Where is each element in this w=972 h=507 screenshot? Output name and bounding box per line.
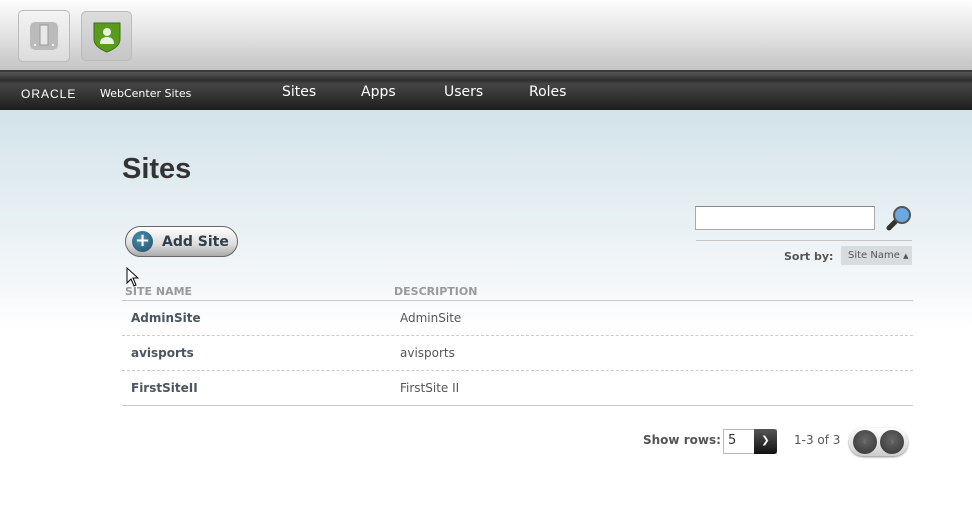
rows-select[interactable]: 5 ❯ bbox=[723, 429, 777, 454]
next-page-icon[interactable]: › bbox=[880, 430, 905, 454]
divider bbox=[122, 300, 913, 301]
row-divider bbox=[122, 335, 913, 336]
page-title: Sites bbox=[122, 153, 192, 185]
sort-dropdown[interactable]: Site Name ▲ bbox=[841, 246, 912, 265]
chevron-down-icon[interactable]: ❯ bbox=[754, 429, 777, 454]
sort-label: Sort by: bbox=[784, 250, 834, 263]
mouse-cursor-icon bbox=[126, 267, 139, 287]
row-divider bbox=[122, 370, 913, 371]
pager: ‹ › bbox=[849, 428, 908, 456]
user-app-button[interactable] bbox=[81, 11, 132, 61]
site-description: FirstSite II bbox=[400, 381, 460, 395]
nav-apps[interactable]: Apps bbox=[361, 84, 396, 100]
shield-user-icon bbox=[93, 22, 120, 53]
site-name-link[interactable]: FirstSiteII bbox=[131, 381, 198, 395]
app-toolbar bbox=[0, 0, 972, 70]
search-input[interactable] bbox=[695, 206, 875, 230]
show-rows-label: Show rows: bbox=[643, 433, 721, 447]
nav-users[interactable]: Users bbox=[444, 84, 483, 100]
add-site-label: Add Site bbox=[162, 233, 229, 250]
product-name: WebCenter Sites bbox=[100, 87, 192, 100]
header-description: DESCRIPTION bbox=[394, 285, 478, 298]
site-name-link[interactable]: avisports bbox=[131, 346, 194, 360]
oracle-logo: ORACLE bbox=[21, 87, 77, 101]
nav-roles[interactable]: Roles bbox=[529, 84, 566, 100]
site-description: avisports bbox=[400, 346, 455, 360]
main-nav: ORACLE WebCenter Sites Sites Apps Users … bbox=[0, 70, 972, 110]
admin-app-button[interactable] bbox=[18, 10, 70, 62]
add-site-button[interactable]: + Add Site bbox=[125, 226, 238, 257]
panel-icon bbox=[30, 22, 58, 50]
rows-value: 5 bbox=[728, 433, 737, 448]
nav-sites[interactable]: Sites bbox=[282, 84, 316, 100]
sort-value: Site Name bbox=[848, 250, 900, 261]
page-range: 1-3 of 3 bbox=[794, 433, 841, 447]
site-name-link[interactable]: AdminSite bbox=[131, 311, 201, 325]
divider bbox=[122, 405, 913, 406]
divider bbox=[696, 240, 912, 241]
search-icon[interactable] bbox=[885, 204, 913, 232]
sort-asc-icon: ▲ bbox=[903, 252, 909, 260]
site-description: AdminSite bbox=[400, 311, 462, 325]
prev-page-icon[interactable]: ‹ bbox=[852, 430, 877, 454]
plus-icon: + bbox=[132, 231, 153, 252]
